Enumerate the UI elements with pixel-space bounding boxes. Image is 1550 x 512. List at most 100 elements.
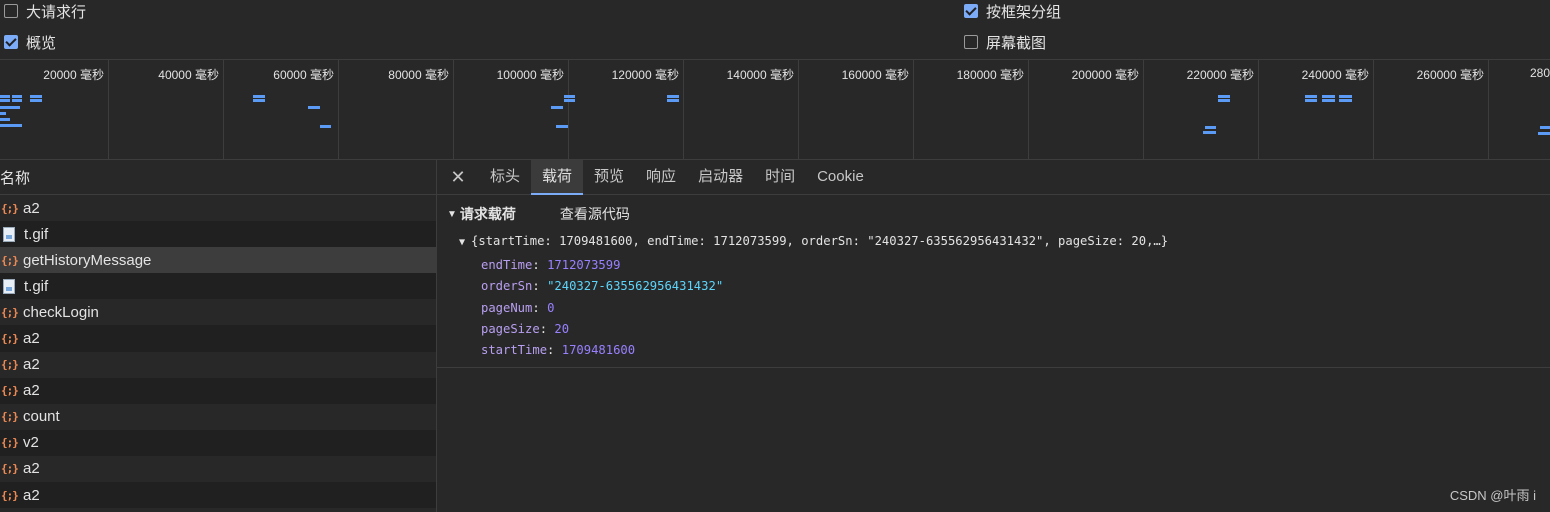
request-row-selected[interactable]: {;} getHistoryMessage	[0, 247, 436, 274]
overview-checkbox[interactable]	[4, 35, 18, 49]
timeline-request-bar	[1203, 131, 1216, 134]
overview-label: 概览	[26, 34, 57, 52]
request-row[interactable]: t.gif	[0, 221, 436, 248]
tab-cookies[interactable]: Cookie	[806, 160, 875, 195]
timeline-request-bar	[0, 112, 6, 115]
timeline-tick-label: 240000 毫秒	[1301, 68, 1369, 82]
tab-preview[interactable]: 预览	[583, 160, 635, 195]
timeline-tick: 80000 毫秒	[339, 60, 454, 159]
timeline-tick: 160000 毫秒	[799, 60, 914, 159]
name-column-label: 名称	[0, 169, 31, 187]
timeline-tick: 220000 毫秒	[1144, 60, 1259, 159]
timeline-request-bar	[0, 106, 20, 109]
property-value: 20	[554, 322, 570, 336]
tab-timing[interactable]: 时间	[754, 160, 806, 195]
timeline-request-bar	[1339, 99, 1352, 102]
triangle-down-icon: ▼	[459, 237, 466, 248]
timeline-request-bar	[1218, 99, 1230, 102]
payload-property[interactable]: pageNum: 0	[481, 301, 554, 315]
property-value: 1712073599	[547, 258, 621, 272]
section-divider	[437, 367, 1550, 368]
timeline-tick: 200000 毫秒	[1029, 60, 1144, 159]
timeline-request-bar	[12, 99, 22, 102]
timeline-tick-label: 80000 毫秒	[388, 68, 449, 82]
timeline-request-bar	[1322, 99, 1335, 102]
large-rows-option[interactable]: 大请求行	[4, 0, 86, 22]
property-key: pageSize	[481, 322, 540, 336]
tab-payload[interactable]: 载荷	[531, 159, 584, 195]
network-overview-timeline[interactable]: 20000 毫秒 40000 毫秒 60000 毫秒 80000 毫秒 1000…	[0, 60, 1550, 160]
json-request-icon: {;}	[1, 410, 19, 424]
overview-option[interactable]: 概览	[4, 31, 56, 53]
request-row[interactable]: {;} count	[0, 404, 436, 430]
property-value: "240327-635562956431432"	[547, 279, 724, 293]
timeline-tick-label: 140000 毫秒	[726, 68, 794, 82]
timeline-request-bar	[30, 95, 42, 98]
timeline-tick: 240000 毫秒	[1259, 60, 1374, 159]
timeline-tick: 60000 毫秒	[224, 60, 339, 159]
timeline-request-bar	[1339, 95, 1352, 98]
property-key: endTime	[481, 258, 533, 272]
payload-property[interactable]: orderSn: "240327-635562956431432"	[481, 279, 723, 293]
request-row[interactable]: {;} a2	[0, 456, 436, 482]
timeline-tick-label: 160000 毫秒	[841, 68, 909, 82]
network-options: 大请求行 概览 按框架分组 屏幕截图	[0, 0, 1550, 60]
request-name: a2	[23, 330, 40, 348]
request-row[interactable]: {;} a2	[0, 325, 436, 352]
timeline-tick-label: 200000 毫秒	[1071, 68, 1139, 82]
request-row[interactable]: t.gif	[0, 273, 436, 300]
request-name: t.gif	[24, 277, 49, 295]
json-request-icon: {;}	[1, 305, 19, 319]
request-row[interactable]: {;} a2	[0, 482, 436, 509]
request-row[interactable]: {;} checkLogin	[0, 299, 436, 325]
timeline-request-bar	[564, 95, 575, 98]
payload-property[interactable]: pageSize: 20	[481, 322, 569, 336]
json-request-icon: {;}	[1, 384, 19, 398]
view-source-link[interactable]: 查看源代码	[560, 204, 630, 224]
key-separator: :	[532, 301, 548, 315]
json-request-icon: {;}	[1, 462, 19, 476]
key-separator: :	[547, 343, 562, 357]
details-tab-bar: ✕ 标头 载荷 预览 响应 启动器 时间 Cookie	[437, 159, 1550, 195]
timeline-tick-label: 280	[1530, 66, 1550, 80]
timeline-request-bar	[1218, 95, 1230, 98]
screenshots-label: 屏幕截图	[986, 34, 1047, 52]
close-icon[interactable]: ✕	[437, 167, 479, 188]
timeline-tick-label: 120000 毫秒	[611, 68, 679, 82]
request-row[interactable]: {;} v2	[0, 429, 436, 456]
watermark: CSDN @叶雨 i	[1449, 488, 1536, 503]
key-separator: :	[532, 279, 548, 293]
request-name: a2	[23, 199, 40, 217]
tab-initiator[interactable]: 启动器	[687, 160, 754, 195]
tab-headers[interactable]: 标头	[479, 160, 531, 195]
request-name: a2	[23, 486, 40, 504]
json-request-icon: {;}	[1, 436, 19, 450]
timeline-tick-label: 180000 毫秒	[956, 68, 1024, 82]
large-rows-checkbox[interactable]	[4, 4, 18, 18]
large-rows-label: 大请求行	[26, 3, 87, 21]
request-payload-section-header[interactable]: ▼ 请求载荷 查看源代码	[447, 204, 630, 224]
request-row[interactable]: {;} a2	[0, 377, 436, 404]
timeline-tick-label: 60000 毫秒	[273, 68, 334, 82]
payload-property[interactable]: startTime: 1709481600	[481, 343, 635, 357]
request-row[interactable]: {;} a2	[0, 352, 436, 378]
tab-response[interactable]: 响应	[635, 160, 687, 195]
request-row[interactable]: {;} a2	[0, 195, 436, 221]
group-by-frame-checkbox[interactable]	[964, 4, 978, 18]
screenshots-checkbox[interactable]	[964, 35, 978, 49]
payload-object-summary[interactable]: ▼ {startTime: 1709481600, endTime: 171207…	[459, 234, 1168, 248]
timeline-tick: 40000 毫秒	[109, 60, 224, 159]
timeline-request-bar	[12, 95, 22, 98]
screenshots-option[interactable]: 屏幕截图	[964, 31, 1046, 53]
timeline-tick: 100000 毫秒	[454, 60, 569, 159]
triangle-down-icon: ▼	[447, 208, 457, 220]
name-column-header[interactable]: 名称	[0, 160, 436, 195]
timeline-tick: 20000 毫秒	[0, 60, 109, 159]
timeline-request-bar	[320, 125, 331, 128]
group-by-frame-label: 按框架分组	[986, 3, 1062, 21]
timeline-request-bar	[0, 99, 10, 102]
payload-property[interactable]: endTime: 1712073599	[481, 258, 620, 272]
property-key: orderSn	[481, 279, 533, 293]
group-by-frame-option[interactable]: 按框架分组	[964, 0, 1061, 22]
image-file-icon	[3, 278, 15, 294]
